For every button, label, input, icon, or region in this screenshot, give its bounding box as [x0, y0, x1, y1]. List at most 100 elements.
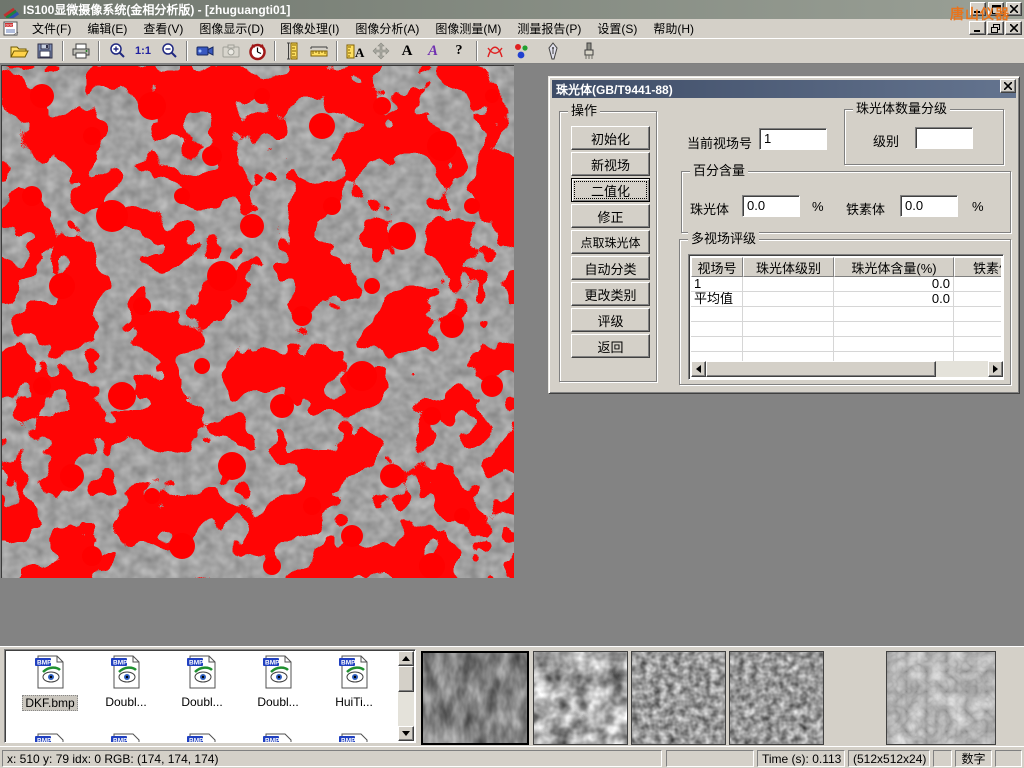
- file-name[interactable]: Doubl...: [255, 695, 300, 709]
- menu-settings[interactable]: 设置(S): [589, 20, 645, 37]
- thumbnail-4[interactable]: [729, 651, 824, 745]
- col-pearlite-grade[interactable]: 珠光体级别: [743, 257, 834, 277]
- scroll-left-button[interactable]: [691, 361, 706, 377]
- timer-icon[interactable]: [244, 40, 270, 62]
- dialog-title-bar[interactable]: 珠光体(GB/T9441-88): [552, 80, 1016, 98]
- file-browser[interactable]: BMP DKF.bmp BMP Doubl...: [4, 649, 416, 743]
- col-field-number[interactable]: 视场号: [691, 257, 743, 277]
- scroll-down-button[interactable]: [398, 726, 414, 741]
- status-bar: x: 510 y: 79 idx: 0 RGB: (174, 174, 174)…: [0, 746, 1024, 768]
- title-bar: IS100显微摄像系统(金相分析版) - [zhuguangti01]: [0, 0, 1024, 19]
- file-name[interactable]: Doubl...: [179, 695, 224, 709]
- dialog-close-button[interactable]: [1000, 79, 1016, 93]
- level-input[interactable]: [915, 127, 973, 149]
- pick-pearlite-button[interactable]: 点取珠光体: [571, 230, 650, 254]
- menu-image-process[interactable]: 图像处理(I): [272, 20, 347, 37]
- actual-size-icon[interactable]: 1:1: [130, 40, 156, 62]
- col-ferrite[interactable]: 铁素体: [954, 257, 1001, 277]
- menu-image-analysis[interactable]: 图像分析(A): [347, 20, 427, 37]
- file-item[interactable]: BMP Doubl...: [89, 654, 163, 709]
- rating-table[interactable]: 视场号 珠光体级别 珠光体含量(%) 铁素体 1 0.0 平均值: [688, 254, 1004, 380]
- scrollbar-thumb[interactable]: [706, 361, 936, 377]
- calibration-curve-icon[interactable]: [482, 40, 508, 62]
- zoom-in-icon[interactable]: [104, 40, 130, 62]
- move-icon[interactable]: [368, 40, 394, 62]
- menu-file[interactable]: 文件(F): [24, 20, 79, 37]
- file-name[interactable]: DKF.bmp: [22, 695, 77, 711]
- mdi-restore-button[interactable]: [987, 21, 1004, 35]
- menu-image-measure[interactable]: 图像测量(M): [427, 20, 509, 37]
- svg-text:BMP: BMP: [113, 660, 128, 667]
- save-icon[interactable]: [32, 40, 58, 62]
- brush-icon[interactable]: [576, 40, 602, 62]
- auto-classify-button[interactable]: 自动分类: [571, 256, 650, 280]
- svg-text:BMP: BMP: [189, 738, 204, 744]
- classify-dots-icon[interactable]: [508, 40, 534, 62]
- col-pearlite-content[interactable]: 珠光体含量(%): [834, 257, 954, 277]
- table-horizontal-scrollbar[interactable]: [691, 361, 1003, 377]
- zoom-out-icon[interactable]: [156, 40, 182, 62]
- file-item[interactable]: BMP: [13, 732, 87, 743]
- menu-view[interactable]: 查看(V): [135, 20, 191, 37]
- video-camera-icon[interactable]: [192, 40, 218, 62]
- file-list-scrollbar[interactable]: [398, 651, 414, 741]
- file-name[interactable]: Doubl...: [103, 695, 148, 709]
- pen-icon[interactable]: [540, 40, 566, 62]
- menu-image-display[interactable]: 图像显示(D): [191, 20, 272, 37]
- menu-measure-report[interactable]: 测量报告(P): [509, 20, 589, 37]
- scroll-right-button[interactable]: [988, 361, 1003, 377]
- binarize-button[interactable]: 二值化: [571, 178, 650, 202]
- text-style-icon[interactable]: A: [420, 40, 446, 62]
- status-empty-2: [933, 750, 952, 767]
- scrollbar-thumb[interactable]: [398, 666, 414, 692]
- caliper-icon[interactable]: [280, 40, 306, 62]
- status-empty-1: [666, 750, 754, 767]
- table-row[interactable]: 1 0.0: [691, 277, 1001, 292]
- svg-text:A: A: [355, 45, 365, 60]
- font-measure-icon[interactable]: A: [342, 40, 368, 62]
- file-item[interactable]: BMP Doubl...: [165, 654, 239, 709]
- file-item[interactable]: BMP Doubl...: [241, 654, 315, 709]
- table-row[interactable]: 平均值 0.0: [691, 292, 1001, 307]
- table-header-row: 视场号 珠光体级别 珠光体含量(%) 铁素体: [691, 257, 1001, 277]
- close-button[interactable]: [1006, 2, 1022, 16]
- file-item[interactable]: BMP HuiTi...: [317, 654, 391, 709]
- file-item[interactable]: BMP: [89, 732, 163, 743]
- thumbnail-5[interactable]: [886, 651, 996, 745]
- minimize-button[interactable]: [970, 2, 986, 16]
- file-item[interactable]: BMP: [165, 732, 239, 743]
- open-icon[interactable]: [6, 40, 32, 62]
- file-name[interactable]: HuiTi...: [333, 695, 375, 709]
- table-row-empty: [691, 322, 1001, 337]
- thumbnail-1[interactable]: [421, 651, 529, 745]
- ferrite-value-input[interactable]: 0.0: [900, 195, 958, 217]
- file-item[interactable]: BMP DKF.bmp: [13, 654, 87, 711]
- status-position: x: 510 y: 79 idx: 0 RGB: (174, 174, 174): [2, 750, 662, 767]
- file-item[interactable]: BMP: [317, 732, 391, 743]
- maximize-button[interactable]: [988, 2, 1004, 16]
- metallographic-image[interactable]: [1, 65, 514, 578]
- initialize-button[interactable]: 初始化: [571, 126, 650, 150]
- menu-edit[interactable]: 编辑(E): [79, 20, 135, 37]
- thumbnail-2[interactable]: [533, 651, 628, 745]
- multi-field-group: 多视场评级 视场号 珠光体级别 珠光体含量(%) 铁素体 1 0.0: [679, 239, 1011, 385]
- return-button[interactable]: 返回: [571, 334, 650, 358]
- ruler-icon[interactable]: [306, 40, 332, 62]
- text-icon[interactable]: A: [394, 40, 420, 62]
- print-icon[interactable]: [68, 40, 94, 62]
- svg-text:BMP: BMP: [265, 660, 280, 667]
- current-field-input[interactable]: 1: [759, 128, 827, 150]
- change-category-button[interactable]: 更改类别: [571, 282, 650, 306]
- help-icon[interactable]: ?: [446, 40, 472, 62]
- scroll-up-button[interactable]: [398, 651, 414, 666]
- menu-help[interactable]: 帮助(H): [645, 20, 702, 37]
- new-field-button[interactable]: 新视场: [571, 152, 650, 176]
- mdi-minimize-button[interactable]: [969, 21, 986, 35]
- pearlite-value-input[interactable]: 0.0: [742, 195, 800, 217]
- correct-button[interactable]: 修正: [571, 204, 650, 228]
- thumbnail-3[interactable]: [631, 651, 726, 745]
- file-item[interactable]: BMP: [241, 732, 315, 743]
- grade-button[interactable]: 评级: [571, 308, 650, 332]
- mdi-close-button[interactable]: [1005, 21, 1022, 35]
- camera-icon[interactable]: [218, 40, 244, 62]
